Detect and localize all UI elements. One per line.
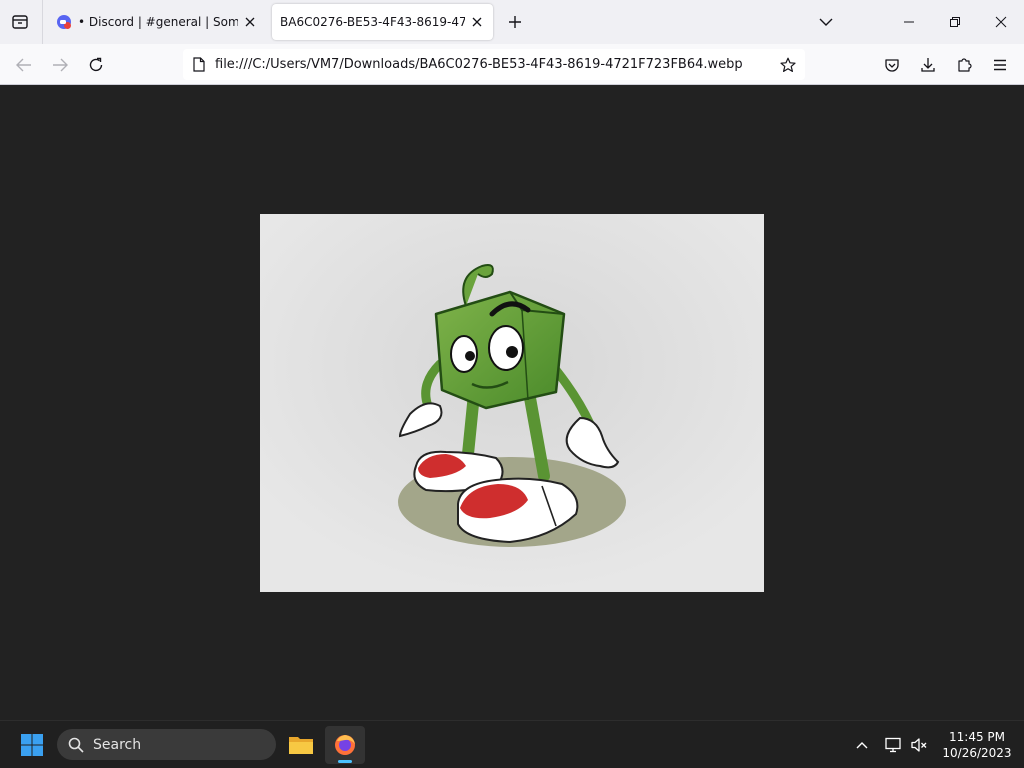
minimize-button[interactable] <box>886 0 932 44</box>
chevron-up-icon <box>856 742 868 749</box>
minimize-icon <box>904 21 914 23</box>
navigation-bar: file:///C:/Users/VM7/Downloads/BA6C0276-… <box>0 44 1024 85</box>
restore-button[interactable] <box>932 0 978 44</box>
app-menu-button[interactable] <box>986 52 1014 78</box>
plus-icon <box>509 16 521 28</box>
start-button[interactable] <box>16 731 48 759</box>
firefox-view-icon <box>12 15 28 29</box>
puzzle-icon <box>958 58 972 72</box>
tab-close-button[interactable] <box>238 10 262 34</box>
pocket-icon <box>885 58 899 72</box>
taskbar: Search 11:45 PM 10/26/2023 <box>0 720 1024 768</box>
firefox-icon <box>335 735 355 755</box>
tab-image[interactable]: BA6C0276-BE53-4F43-8619-4721F7 <box>272 4 493 40</box>
speaker-muted-icon <box>911 738 927 752</box>
cartoon-character-image <box>260 214 764 592</box>
downloads-button[interactable] <box>914 52 942 78</box>
search-label: Search <box>93 736 142 753</box>
restore-icon <box>950 17 960 27</box>
extensions-button[interactable] <box>950 52 978 78</box>
firefox-view-button[interactable] <box>8 11 32 33</box>
close-window-button[interactable] <box>978 0 1024 44</box>
file-explorer-icon <box>289 737 313 754</box>
discord-icon <box>57 15 71 29</box>
tab-discord[interactable]: • Discord | #general | SomeBot8 <box>48 4 266 40</box>
bookmark-star-button[interactable] <box>775 52 801 78</box>
clock-date: 10/26/2023 <box>942 746 1012 760</box>
taskbar-clock[interactable]: 11:45 PM 10/26/2023 <box>938 729 1016 761</box>
pocket-button[interactable] <box>878 52 906 78</box>
list-all-tabs-button[interactable] <box>814 10 838 34</box>
taskbar-search[interactable]: Search <box>57 729 276 760</box>
forward-button[interactable] <box>46 52 74 78</box>
close-icon <box>245 17 255 27</box>
page-icon <box>191 57 207 73</box>
url-bar[interactable]: file:///C:/Users/VM7/Downloads/BA6C0276-… <box>183 49 805 80</box>
tab-strip: • Discord | #general | SomeBot8 BA6C0276… <box>0 0 1024 44</box>
search-icon <box>67 736 85 754</box>
arrow-right-icon <box>53 58 68 72</box>
chevron-down-icon <box>819 18 833 26</box>
tab-title: BA6C0276-BE53-4F43-8619-4721F7 <box>280 15 465 29</box>
tab-title: • Discord | #general | SomeBot8 <box>78 15 238 29</box>
active-app-indicator <box>338 760 352 763</box>
page-viewport <box>0 85 1024 720</box>
clock-time: 11:45 PM <box>949 730 1005 744</box>
arrow-left-icon <box>16 58 31 72</box>
volume-button[interactable] <box>907 733 931 757</box>
close-icon <box>995 16 1007 28</box>
tab-close-button[interactable] <box>465 10 489 34</box>
show-hidden-icons-button[interactable] <box>850 733 874 757</box>
reload-icon <box>89 57 103 72</box>
tab-separator <box>42 0 43 44</box>
taskbar-firefox[interactable] <box>325 726 365 764</box>
close-icon <box>472 17 482 27</box>
back-button[interactable] <box>10 52 38 78</box>
download-icon <box>921 58 935 72</box>
star-icon <box>780 57 796 72</box>
reload-button[interactable] <box>82 52 110 78</box>
webp-image[interactable] <box>260 214 764 592</box>
windows-logo-icon <box>21 734 43 756</box>
url-text[interactable]: file:///C:/Users/VM7/Downloads/BA6C0276-… <box>215 57 775 72</box>
network-icon <box>885 737 901 753</box>
network-status-button[interactable] <box>881 733 905 757</box>
taskbar-file-explorer[interactable] <box>281 726 321 764</box>
new-tab-button[interactable] <box>503 10 527 34</box>
hamburger-menu-icon <box>994 59 1006 71</box>
